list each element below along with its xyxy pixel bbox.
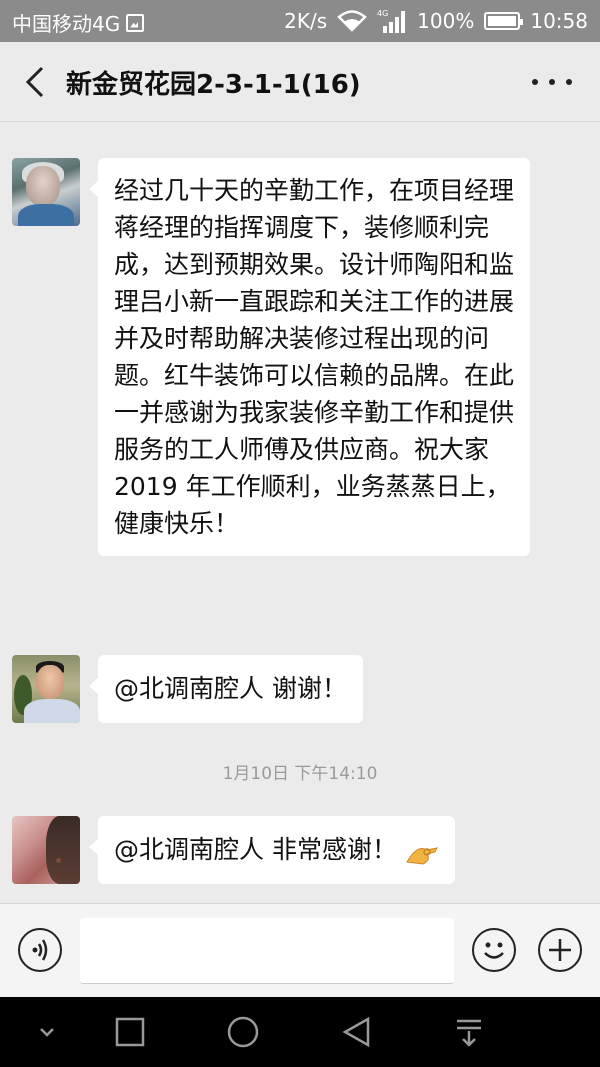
message-row: 经过几十天的辛勤工作，在项目经理蒋经理的指挥调度下，装修顺利完成，达到预期效果。… <box>12 158 530 556</box>
avatar[interactable] <box>12 655 80 723</box>
emoji-button[interactable] <box>472 928 516 972</box>
triangle-back-icon <box>342 1016 370 1048</box>
battery-percent: 100% <box>417 9 475 33</box>
gallery-notification-icon <box>126 13 145 32</box>
message-bubble[interactable]: @北调南腔人 非常感谢！ <box>89 816 455 884</box>
input-bar <box>0 903 600 997</box>
notification-drawer-button[interactable] <box>452 1015 486 1049</box>
system-nav-bar <box>0 997 600 1067</box>
avatar[interactable] <box>12 158 80 226</box>
ok-hand-emoji-icon <box>405 839 439 865</box>
battery-icon <box>484 12 524 30</box>
avatar[interactable] <box>12 816 80 884</box>
message-text: @北调南腔人 非常感谢！ <box>114 835 397 864</box>
back-nav-button[interactable] <box>340 1015 374 1049</box>
home-button[interactable] <box>226 1015 260 1049</box>
smiley-icon <box>484 942 504 959</box>
message-bubble[interactable]: @北调南腔人 谢谢！ <box>89 655 363 723</box>
status-bar: 中国移动4G 2K/s 4G 100% 10:58 <box>0 0 600 42</box>
message-input[interactable] <box>80 918 454 984</box>
chevron-down-icon <box>40 1028 54 1037</box>
network-badge: 4G <box>377 9 388 18</box>
more-dots-icon <box>532 79 538 85</box>
cellular-signal-icon: 4G <box>377 8 407 34</box>
wifi-icon <box>337 10 368 32</box>
message-row: @北调南腔人 非常感谢！ <box>12 816 455 884</box>
message-bubble[interactable]: 经过几十天的辛勤工作，在项目经理蒋经理的指挥调度下，装修顺利完成，达到预期效果。… <box>89 158 530 556</box>
more-functions-button[interactable] <box>538 928 582 972</box>
carrier-label: 中国移动4G <box>12 12 121 36</box>
voice-button[interactable] <box>18 928 62 972</box>
notification-drawer-icon <box>457 1019 481 1047</box>
square-icon <box>115 1017 145 1047</box>
chat-title: 新金贸花园2-3-1-1(16) <box>66 70 361 100</box>
message-timestamp: 1月10日 下午14:10 <box>222 764 378 784</box>
plus-icon <box>549 939 571 961</box>
recents-button[interactable] <box>113 1015 147 1049</box>
chevron-left-icon <box>25 66 44 98</box>
circle-icon <box>227 1016 259 1048</box>
hide-nav-button[interactable] <box>30 1015 64 1049</box>
back-button[interactable] <box>18 64 54 100</box>
message-list[interactable]: 经过几十天的辛勤工作，在项目经理蒋经理的指挥调度下，装修顺利完成，达到预期效果。… <box>0 123 600 903</box>
voice-icon <box>32 939 48 961</box>
network-speed: 2K/s <box>284 9 328 33</box>
message-row: @北调南腔人 谢谢！ <box>12 655 363 723</box>
chat-header: 新金贸花园2-3-1-1(16) <box>0 42 600 122</box>
more-options-button[interactable] <box>532 64 572 100</box>
clock: 10:58 <box>530 9 588 33</box>
